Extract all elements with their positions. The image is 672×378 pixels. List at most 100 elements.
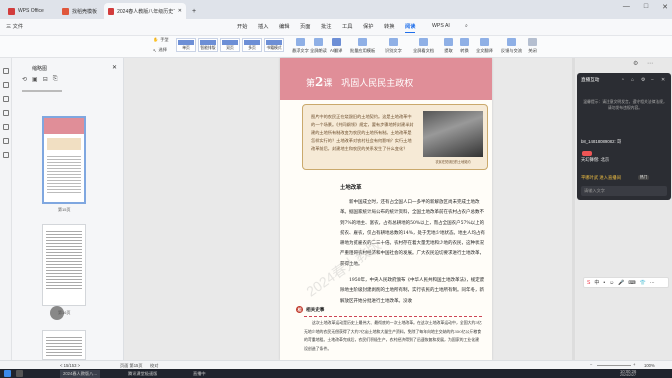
ocr-button[interactable]: 识别文字 <box>385 38 402 54</box>
photo-caption: 农民在焚烧旧的土地契约 <box>435 160 471 164</box>
punctuation-toggle[interactable]: • <box>603 280 605 286</box>
windows-start-icon[interactable] <box>4 370 11 377</box>
close-tab-icon[interactable]: ✕ <box>178 8 182 14</box>
live-notice: 温馨提示：请注意文明发言，遵守相关法律法规，请勿发布违规内容。 <box>583 100 667 110</box>
extract-button[interactable]: 提取 <box>444 38 453 54</box>
insert-page-icon[interactable]: ▣ <box>32 76 38 83</box>
thumbnail-toolbar: ⟲ ▣ ⊟ ⎘ <box>22 76 58 83</box>
new-tab-button[interactable]: + <box>188 3 200 19</box>
taskbar-app-live[interactable]: 直播中 <box>190 370 209 378</box>
layers-icon[interactable] <box>3 152 9 158</box>
pdf-icon <box>108 7 115 15</box>
notice-icon[interactable]: ◔ <box>621 77 624 83</box>
page-thumbnail-17[interactable] <box>42 330 86 360</box>
minimize-button[interactable]: — <box>623 3 630 11</box>
rotate-icon[interactable]: ⟲ <box>22 76 27 83</box>
fullscreen-doc-button[interactable]: 全屏看文档 <box>413 38 434 54</box>
page-thumbnail-16[interactable] <box>42 224 86 306</box>
feedback-button[interactable]: 反馈与交流 <box>501 38 522 54</box>
tool-label: 关闭 <box>528 48 537 53</box>
taskbar-app-tencent[interactable]: 腾讯课堂极速版 <box>125 370 160 378</box>
thumbnail-icon[interactable] <box>3 68 9 74</box>
full-translate-button[interactable]: 全文翻译 <box>476 38 493 54</box>
zoom-in-button[interactable]: + <box>633 362 635 367</box>
extract-page-icon[interactable]: ⎘ <box>53 76 58 83</box>
menu-wps-ai[interactable]: WPS AI <box>432 23 450 29</box>
skin-icon[interactable]: 👕 <box>640 280 646 286</box>
tab-document[interactable]: 2024春人教版八年级历史下… ✕ <box>104 3 186 19</box>
tab-templates[interactable]: 找稻壳模板 <box>58 3 101 19</box>
related-title: 相关史事 <box>306 306 325 312</box>
speaker-icon <box>313 38 323 46</box>
view-book-mode[interactable]: 书籍模式 <box>264 38 284 52</box>
menu-tools[interactable]: 工具 <box>342 23 352 30</box>
chapter-suffix: 课 <box>323 79 333 89</box>
document-page: 第2课 巩固人民民主政权 图片中的农民正在烧毁旧的土地契约。这是土地改革中的一个… <box>280 58 492 360</box>
zoom-level[interactable]: 100% <box>644 363 655 368</box>
select-tool-button[interactable]: ↖ 选择 <box>153 47 167 53</box>
page-navigator[interactable]: < 15/153 > <box>60 363 80 368</box>
menu-read[interactable]: 阅读 <box>405 23 416 33</box>
select-tool-label: 选择 <box>158 47 167 52</box>
attachment-icon[interactable] <box>3 110 9 116</box>
ai-translate-button[interactable]: AI翻译 <box>330 38 342 54</box>
ime-mode-toggle[interactable]: 中 <box>594 279 599 286</box>
menu-convert[interactable]: 转换 <box>384 23 394 30</box>
settings-icon[interactable]: ⚙ <box>641 77 645 83</box>
view-multi-page[interactable]: 多页 <box>242 38 262 52</box>
live-interaction-panel: 直播互动 ◔ ⌂ ⚙ − ✕ 温馨提示：请注意文明发言，遵守相关法律法规，请勿发… <box>577 73 671 200</box>
more-icon[interactable]: ⋯ <box>650 280 655 286</box>
menu-page[interactable]: 页面 <box>300 23 310 30</box>
mic-icon[interactable]: 🎤 <box>618 280 624 286</box>
close-read-button[interactable]: 关闭 <box>528 38 537 54</box>
delete-page-icon[interactable]: ⊟ <box>43 76 48 83</box>
zoom-slider[interactable] <box>597 365 631 366</box>
view-smart-layout[interactable]: 智能排版 <box>198 38 218 52</box>
vertical-scrollbar[interactable] <box>572 58 575 360</box>
close-window-button[interactable]: ✕ <box>662 3 668 11</box>
float-text-button[interactable]: 悬浮文字 <box>292 38 309 54</box>
menu-insert[interactable]: 插入 <box>258 23 268 30</box>
menu-protect[interactable]: 保护 <box>363 23 373 30</box>
menu-comment[interactable]: 批注 <box>321 23 331 30</box>
emoji-icon[interactable]: ☺ <box>609 280 614 286</box>
page-label: 第16页 <box>58 310 71 315</box>
settings-icon[interactable]: ⚙ <box>633 60 638 67</box>
comment-icon[interactable] <box>3 96 9 102</box>
minimize-panel-icon[interactable]: − <box>651 77 654 83</box>
chat-input[interactable]: 请输入文字 <box>581 186 667 196</box>
view-label: 双页 <box>226 46 234 50</box>
maximize-button[interactable]: □ <box>644 3 648 11</box>
more-icon[interactable]: ⋯ <box>647 60 653 67</box>
keyboard-icon[interactable]: ⌨ <box>628 280 635 286</box>
read-aloud-button[interactable]: 全屏朗读 <box>310 38 327 54</box>
menu-edit[interactable]: 编辑 <box>279 23 289 30</box>
bookmark-icon[interactable] <box>3 82 9 88</box>
close-panel-icon[interactable]: ✕ <box>112 64 117 71</box>
menu-start[interactable]: 开始 <box>237 23 247 30</box>
view-single-page[interactable]: 单页 <box>176 38 196 52</box>
convert-button[interactable]: 转换 <box>460 38 469 54</box>
file-menu[interactable]: 三 文件 <box>6 23 23 30</box>
search-icon[interactable] <box>16 370 23 377</box>
search-panel-icon[interactable] <box>3 138 9 144</box>
convert-icon <box>460 38 469 46</box>
page-thumbnail-15[interactable] <box>42 116 86 204</box>
close-panel-icon[interactable]: ✕ <box>661 77 665 83</box>
batch-template-button[interactable]: 批量应用模板 <box>350 38 375 54</box>
tool-label: 提取 <box>444 48 453 53</box>
taskbar-app-wps[interactable]: 2024春人教版八… <box>60 370 101 378</box>
hand-tool-button[interactable]: ✋ 手型 <box>153 37 169 43</box>
signature-icon[interactable] <box>3 124 9 130</box>
view-double-page[interactable]: 双页 <box>220 38 240 52</box>
ribbon-toolbar: ✋ 手型 ↖ 选择 单页 智能排版 双页 多页 书籍模式 悬浮文字 全屏朗读 AI翻… <box>0 36 672 58</box>
search-icon[interactable]: ⌕ <box>465 23 468 30</box>
chapter-heading: 第2课 巩固人民民主政权 <box>306 75 413 89</box>
share-icon[interactable]: ⌂ <box>631 77 634 83</box>
thumbnail-size-slider[interactable] <box>22 90 62 92</box>
zoom-out-button[interactable]: − <box>590 362 592 367</box>
sogou-logo-icon[interactable]: S <box>587 280 590 286</box>
chat-join-message: 平哪叶武 进入直播间 <box>581 175 621 180</box>
tab-wps-office[interactable]: WPS Office <box>4 3 48 19</box>
document-viewport[interactable]: 第2课 巩固人民民主政权 图片中的农民正在烧毁旧的土地契约。这是土地改革中的一个… <box>124 58 576 360</box>
